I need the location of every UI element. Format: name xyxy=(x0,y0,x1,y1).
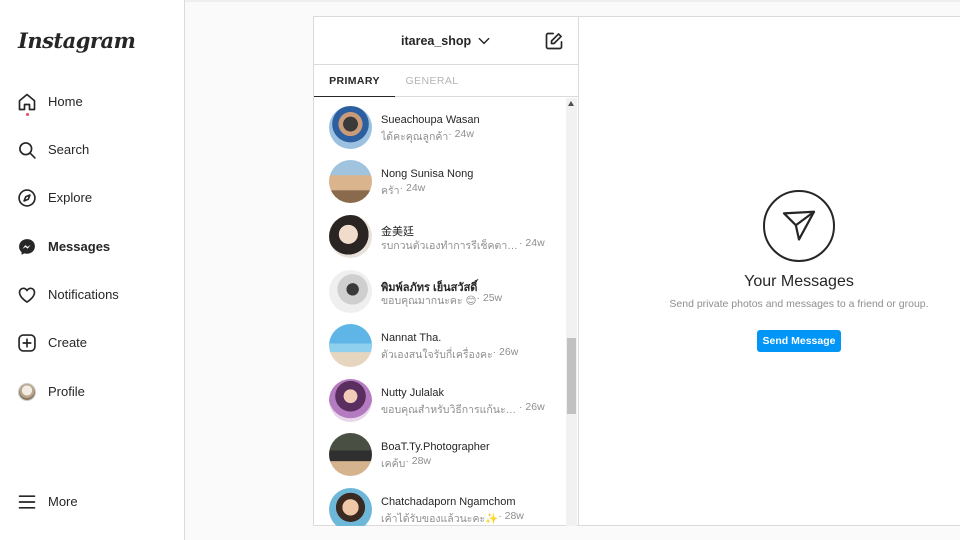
instagram-app: Instagram Home Search Explore Messages N… xyxy=(0,0,960,540)
pane-title: Your Messages xyxy=(744,273,854,290)
avatar xyxy=(329,270,372,313)
tab-general[interactable]: GENERAL xyxy=(395,65,469,97)
avatar xyxy=(329,324,372,367)
sidebar-item-label: Home xyxy=(48,94,83,109)
send-icon xyxy=(763,190,835,262)
conversation-time: · 28w xyxy=(498,510,524,522)
compose-icon[interactable] xyxy=(544,31,564,51)
conversation-preview: ครัา xyxy=(381,185,400,197)
conversation-row[interactable]: Nutty Julalak ขอบคุณสำหรับวิธีการแก้นะคะ… xyxy=(314,375,566,429)
sidebar-item-notifications[interactable]: Notifications xyxy=(0,275,184,315)
conversation-preview: ขอบคุณมากนะคะ 😊 xyxy=(381,295,477,307)
inbox-header: itarea_shop xyxy=(314,17,578,65)
conversation-preview: ตัวเองสนใจรับกี่เครื่องคะ xyxy=(381,349,493,361)
conversation-row[interactable]: 金美廷 รบกวนตัวเองทำการรีเช็คตามวิ... · 24w xyxy=(314,211,566,265)
tab-primary[interactable]: PRIMARY xyxy=(314,65,395,97)
scroll-thumb[interactable] xyxy=(567,338,576,414)
menu-icon xyxy=(17,492,37,512)
sidebar-item-create[interactable]: Create xyxy=(0,323,184,363)
compass-icon xyxy=(17,188,37,208)
avatar xyxy=(329,160,372,203)
account-switcher[interactable]: itarea_shop xyxy=(401,34,491,48)
home-icon xyxy=(17,92,37,112)
top-divider xyxy=(185,0,960,2)
conversation-time: · 25w xyxy=(476,292,503,304)
plus-square-icon xyxy=(17,333,37,353)
conversation-row[interactable]: Nannat Tha. ตัวเองสนใจรับกี่เครื่องคะ · … xyxy=(314,320,566,374)
conversation-time: · 26w xyxy=(519,401,545,413)
conversation-name: Nong Sunisa Nong xyxy=(381,168,474,180)
scroll-up-arrow-icon[interactable] xyxy=(568,101,574,106)
conversation-preview: เค้าได้รับของแล้วนะคะ✨ xyxy=(381,513,499,525)
conversation-list: Sueachoupa Wasan ได้คะคุณลูกค้า · 24w No… xyxy=(314,98,566,526)
sidebar-item-label: More xyxy=(48,494,78,509)
scrollbar[interactable] xyxy=(566,98,577,526)
message-pane: Your Messages Send private photos and me… xyxy=(578,16,960,526)
conversation-preview: ได้คะคุณลูกค้า xyxy=(381,131,449,143)
conversation-name: Nutty Julalak xyxy=(381,387,444,399)
conversation-preview: ขอบคุณสำหรับวิธีการแก้นะคะ ... xyxy=(381,404,519,416)
conversation-row[interactable]: Chatchadaporn Ngamchom เค้าได้รับของแล้ว… xyxy=(314,484,566,526)
conversation-row[interactable]: Sueachoupa Wasan ได้คะคุณลูกค้า · 24w xyxy=(314,102,566,156)
conversation-name: Nannat Tha. xyxy=(381,332,442,344)
avatar xyxy=(329,106,372,149)
conversation-row[interactable]: พิมพ์ลภัทร เย็นสวัสดิ์ ขอบคุณมากนะคะ 😊 ·… xyxy=(314,266,566,320)
sidebar-item-home[interactable]: Home xyxy=(0,82,184,122)
sidebar-item-profile[interactable]: Profile xyxy=(0,372,184,412)
avatar xyxy=(329,215,372,258)
conversation-time: · 24w xyxy=(519,237,545,249)
inbox-tabs: PRIMARY GENERAL xyxy=(314,65,578,97)
pane-subtitle: Send private photos and messages to a fr… xyxy=(669,298,929,310)
sidebar-item-label: Explore xyxy=(48,190,93,205)
conversation-name: BoaT.Ty.Photographer xyxy=(381,441,490,453)
sidebar-item-label: Search xyxy=(48,142,90,157)
instagram-logo[interactable]: Instagram xyxy=(18,28,136,53)
heart-icon xyxy=(17,285,37,305)
conversation-time: · 28w xyxy=(405,455,431,467)
sidebar-item-messages[interactable]: Messages xyxy=(0,227,184,267)
search-icon xyxy=(17,140,37,160)
sidebar-item-label: Create xyxy=(48,335,88,350)
messenger-icon xyxy=(17,237,37,257)
conversation-time: · 24w xyxy=(399,182,426,194)
avatar xyxy=(329,488,372,526)
conversation-preview: เคค้บ xyxy=(381,458,406,470)
conversation-row[interactable]: Nong Sunisa Nong ครัา · 24w xyxy=(314,156,566,210)
sidebar-item-explore[interactable]: Explore xyxy=(0,178,184,218)
conversation-name: Sueachoupa Wasan xyxy=(381,114,480,126)
conversation-row[interactable]: BoaT.Ty.Photographer เคค้บ · 28w xyxy=(314,429,566,483)
conversation-time: · 24w xyxy=(448,128,474,140)
avatar xyxy=(329,379,372,422)
avatar xyxy=(17,382,37,402)
notification-dot xyxy=(26,113,29,116)
sidebar-item-more[interactable]: More xyxy=(0,482,184,522)
conversation-preview: รบกวนตัวเองทำการรีเช็คตามวิ... xyxy=(381,240,519,252)
sidebar-item-label: Messages xyxy=(48,239,111,254)
conversation-time: · 26w xyxy=(492,346,519,358)
sidebar-item-search[interactable]: Search xyxy=(0,130,184,170)
inbox-panel: itarea_shop PRIMARY GENERAL Sueachoupa W… xyxy=(313,16,578,526)
conversation-name: Chatchadaporn Ngamchom xyxy=(381,496,516,508)
sidebar-item-label: Notifications xyxy=(48,287,119,302)
send-message-button[interactable]: Send Message xyxy=(757,330,841,352)
chevron-down-icon xyxy=(477,34,491,48)
avatar xyxy=(329,433,372,476)
account-name: itarea_shop xyxy=(401,34,472,48)
sidebar: Instagram Home Search Explore Messages N… xyxy=(0,0,185,540)
sidebar-item-label: Profile xyxy=(48,384,85,399)
